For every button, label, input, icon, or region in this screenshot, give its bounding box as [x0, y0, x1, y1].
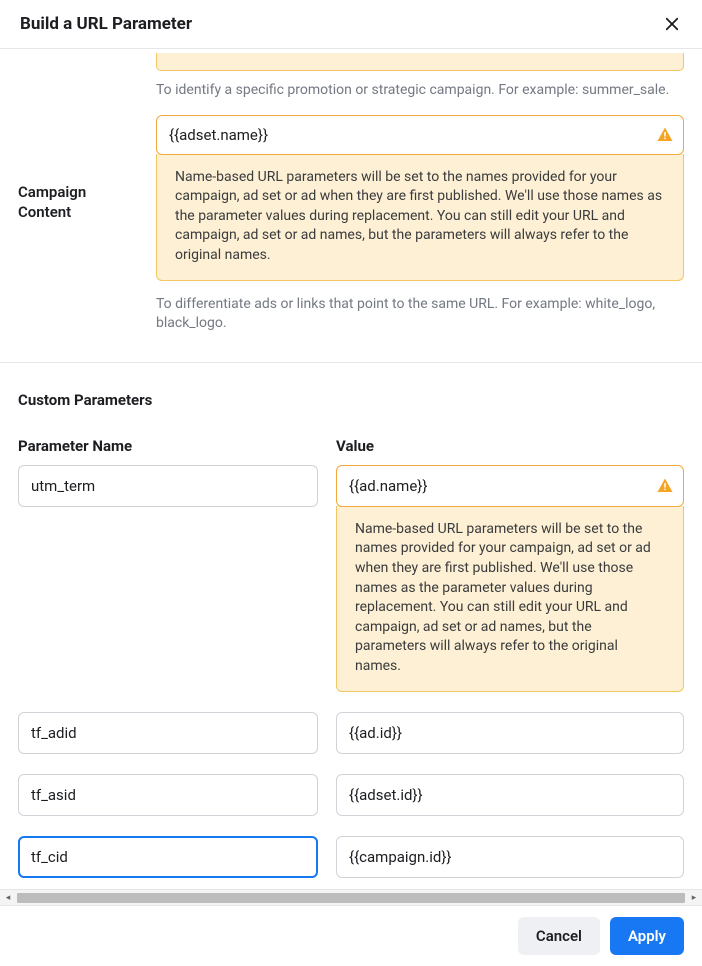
param-name-input[interactable] [18, 774, 318, 816]
param-row [18, 712, 684, 754]
scroll-area[interactable]: Campaign Content To identify a specific … [0, 53, 702, 905]
scroll-track[interactable] [17, 893, 685, 903]
campaign-content-help-bottom: To differentiate ads or links that point… [156, 295, 684, 334]
campaign-content-input[interactable] [156, 115, 684, 155]
param-row [18, 836, 684, 878]
param-name-input[interactable] [18, 465, 318, 507]
param-row [18, 774, 684, 816]
campaign-content-input-wrap [156, 115, 684, 155]
custom-parameters-header-row: Parameter Name Value [18, 437, 684, 455]
scroll-left-arrow[interactable]: ◂ [0, 890, 16, 906]
param-value-input[interactable] [336, 836, 684, 878]
campaign-content-label: Campaign Content [18, 183, 140, 222]
value-header: Value [336, 437, 684, 455]
modal-footer: Cancel Apply [0, 905, 702, 966]
campaign-content-row: Campaign Content To identify a specific … [0, 53, 702, 363]
warning-strip-above [156, 53, 684, 71]
custom-parameters-section: Custom Parameters Parameter Name Value [0, 363, 702, 905]
close-icon[interactable] [662, 14, 682, 34]
custom-parameters-heading: Custom Parameters [18, 391, 684, 409]
parameter-name-header: Parameter Name [18, 437, 318, 455]
campaign-content-help-top: To identify a specific promotion or stra… [156, 81, 684, 101]
param-value-input[interactable] [336, 465, 684, 507]
param-value-input[interactable] [336, 712, 684, 754]
apply-button[interactable]: Apply [610, 917, 684, 955]
param-name-input[interactable] [18, 836, 318, 878]
cancel-button[interactable]: Cancel [518, 917, 600, 955]
param-value-warning-box: Name-based URL parameters will be set to… [336, 506, 684, 692]
modal-title: Build a URL Parameter [20, 14, 192, 34]
modal-body: Campaign Content To identify a specific … [0, 53, 702, 905]
param-name-input[interactable] [18, 712, 318, 754]
scroll-right-arrow[interactable]: ▸ [686, 890, 702, 906]
horizontal-scrollbar[interactable]: ◂ ▸ [0, 889, 702, 905]
param-row: Name-based URL parameters will be set to… [18, 465, 684, 692]
campaign-content-warning-box: Name-based URL parameters will be set to… [156, 154, 684, 281]
param-value-input[interactable] [336, 774, 684, 816]
modal-header: Build a URL Parameter [0, 0, 702, 49]
